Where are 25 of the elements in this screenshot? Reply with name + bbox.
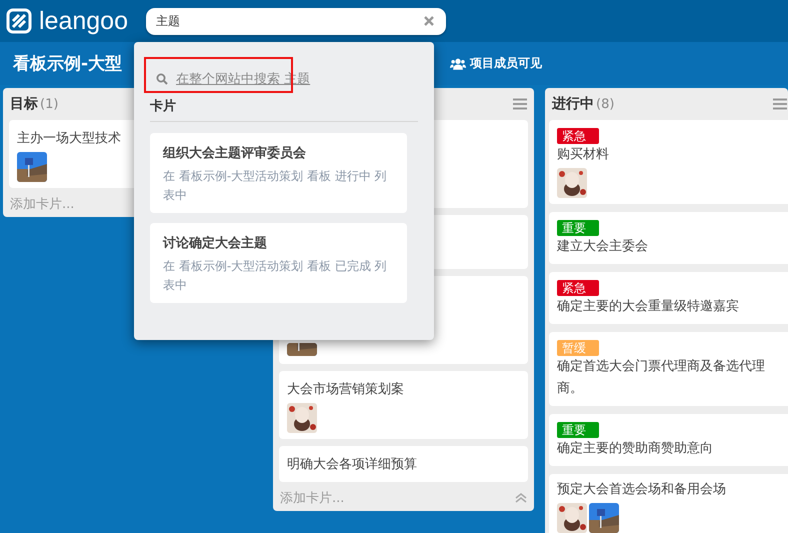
card-count: (1) [40,96,58,112]
result-title: 讨论确定大会主题 [163,234,268,253]
result-title: 组织大会主题评审委员会 [163,144,307,163]
card-title: 预定大会首选会场和备用会场 [557,481,727,499]
card-title: 建立大会主委会 [557,238,649,256]
result-location: 在 看板示例-大型活动策划 看板 已完成 列表中 [163,258,388,294]
tag: 重要 [557,422,599,438]
card-title: 确定主要的大会重量级特邀嘉宾 [557,298,740,316]
logo-text: leangoo [39,6,128,36]
tag: 重要 [557,220,599,236]
list-title: 进行中 [552,95,594,113]
card-title: 确定主要的赞助商赞助意向 [557,440,714,458]
card-title: 明确大会各项详细预算 [287,456,418,474]
section-heading: 卡片 [150,97,418,122]
result-location: 在 看板示例-大型活动策划 看板 进行中 列表中 [163,168,388,204]
card-title: 确定首选大会门票代理商及备选代理商。 [557,358,766,398]
tag: 紧急 [557,128,599,144]
tag: 暂缓 [557,340,599,356]
card-title: 主办一场大型技术 [17,130,122,148]
board-title: 看板示例-大型 [13,53,124,75]
card-title: 购买材料 [557,146,610,164]
list-title: 目标 [10,95,38,113]
card-title: 大会市场营销策划案 [287,381,405,399]
tag: 紧急 [557,280,599,296]
card-count: (8) [596,96,614,112]
